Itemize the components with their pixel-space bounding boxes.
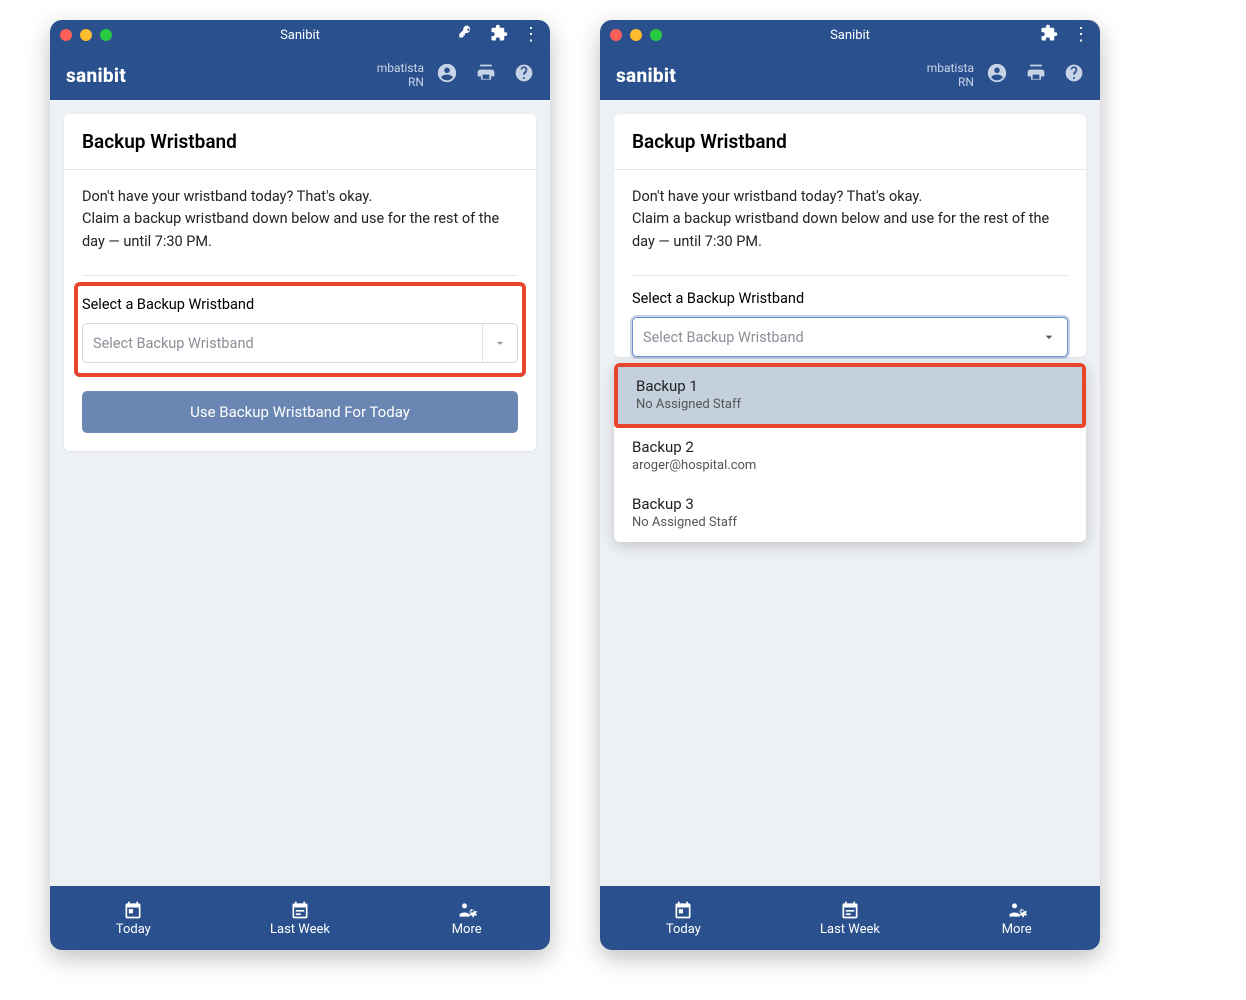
select-section: Select a Backup Wristband Select Backup …: [614, 276, 1086, 357]
nav-lastweek-label: Last Week: [820, 922, 880, 937]
user-info: mbatista RN: [377, 61, 424, 90]
wristband-select[interactable]: Select Backup Wristband: [632, 317, 1068, 357]
nav-today-label: Today: [116, 922, 151, 937]
select-placeholder: Select Backup Wristband: [93, 335, 254, 352]
nav-more[interactable]: More: [383, 886, 550, 950]
option-subtitle: aroger@hospital.com: [632, 458, 1068, 473]
window-title: Sanibit: [600, 28, 1100, 43]
user-role: RN: [927, 75, 974, 89]
nav-today[interactable]: Today: [600, 886, 767, 950]
card-title: Backup Wristband: [64, 114, 536, 170]
dropdown-option-backup1[interactable]: Backup 1 No Assigned Staff: [618, 367, 1082, 424]
brand-logo: sanibit: [66, 64, 126, 87]
card-body-line2: Claim a backup wristband down below and …: [632, 208, 1068, 253]
option-title: Backup 1: [636, 377, 1064, 395]
option-title: Backup 2: [632, 438, 1068, 456]
app-window-open: Sanibit ⋮ sanibit mbatista RN Backup Wri…: [600, 20, 1100, 950]
nav-lastweek[interactable]: Last Week: [217, 886, 384, 950]
backup-wristband-card: Backup Wristband Don't have your wristba…: [614, 114, 1086, 357]
divider: [82, 275, 518, 276]
user-name: mbatista: [927, 61, 974, 75]
app-header: sanibit mbatista RN: [600, 50, 1100, 100]
window-title: Sanibit: [50, 28, 550, 43]
option-subtitle: No Assigned Staff: [632, 515, 1068, 530]
dropdown-option-backup2[interactable]: Backup 2 aroger@hospital.com: [614, 428, 1086, 485]
nav-lastweek[interactable]: Last Week: [767, 886, 934, 950]
window-titlebar: Sanibit ⋮: [50, 20, 550, 50]
card-body-line1: Don't have your wristband today? That's …: [632, 186, 1068, 208]
select-placeholder: Select Backup Wristband: [643, 329, 804, 346]
print-icon[interactable]: [476, 63, 496, 87]
chevron-down-icon: [482, 324, 507, 362]
card-title: Backup Wristband: [614, 114, 1086, 170]
use-backup-button[interactable]: Use Backup Wristband For Today: [82, 391, 518, 433]
backup-wristband-card: Backup Wristband Don't have your wristba…: [64, 114, 536, 451]
select-label: Select a Backup Wristband: [82, 296, 518, 313]
nav-more[interactable]: More: [933, 886, 1100, 950]
nav-today[interactable]: Today: [50, 886, 217, 950]
content-area: Backup Wristband Don't have your wristba…: [50, 100, 550, 886]
dropdown-option-backup3[interactable]: Backup 3 No Assigned Staff: [614, 485, 1086, 542]
user-info: mbatista RN: [927, 61, 974, 90]
bottom-nav: Today Last Week More: [50, 886, 550, 950]
nav-more-label: More: [452, 922, 482, 937]
window-titlebar: Sanibit ⋮: [600, 20, 1100, 50]
nav-lastweek-label: Last Week: [270, 922, 330, 937]
user-name: mbatista: [377, 61, 424, 75]
account-icon[interactable]: [986, 62, 1008, 88]
wristband-dropdown: Backup 1 No Assigned Staff Backup 2 arog…: [614, 363, 1086, 542]
bottom-nav: Today Last Week More: [600, 886, 1100, 950]
nav-today-label: Today: [666, 922, 701, 937]
card-body-line2: Claim a backup wristband down below and …: [82, 208, 518, 253]
help-icon[interactable]: [514, 63, 534, 87]
account-icon[interactable]: [436, 62, 458, 88]
option-subtitle: No Assigned Staff: [636, 397, 1064, 412]
app-window-closed: Sanibit ⋮ sanibit mbatista RN Backup Wri…: [50, 20, 550, 950]
card-body-line1: Don't have your wristband today? That's …: [82, 186, 518, 208]
annotation-highlight: Backup 1 No Assigned Staff: [614, 363, 1086, 428]
annotation-highlight: Select a Backup Wristband Select Backup …: [74, 282, 526, 377]
select-label: Select a Backup Wristband: [632, 290, 1068, 307]
card-description: Don't have your wristband today? That's …: [614, 170, 1086, 261]
card-description: Don't have your wristband today? That's …: [64, 170, 536, 261]
app-header: sanibit mbatista RN: [50, 50, 550, 100]
print-icon[interactable]: [1026, 63, 1046, 87]
nav-more-label: More: [1002, 922, 1032, 937]
wristband-select[interactable]: Select Backup Wristband: [82, 323, 518, 363]
user-role: RN: [377, 75, 424, 89]
brand-logo: sanibit: [616, 64, 676, 87]
content-area: Backup Wristband Don't have your wristba…: [600, 100, 1100, 886]
chevron-down-icon: [1031, 318, 1057, 356]
help-icon[interactable]: [1064, 63, 1084, 87]
option-title: Backup 3: [632, 495, 1068, 513]
